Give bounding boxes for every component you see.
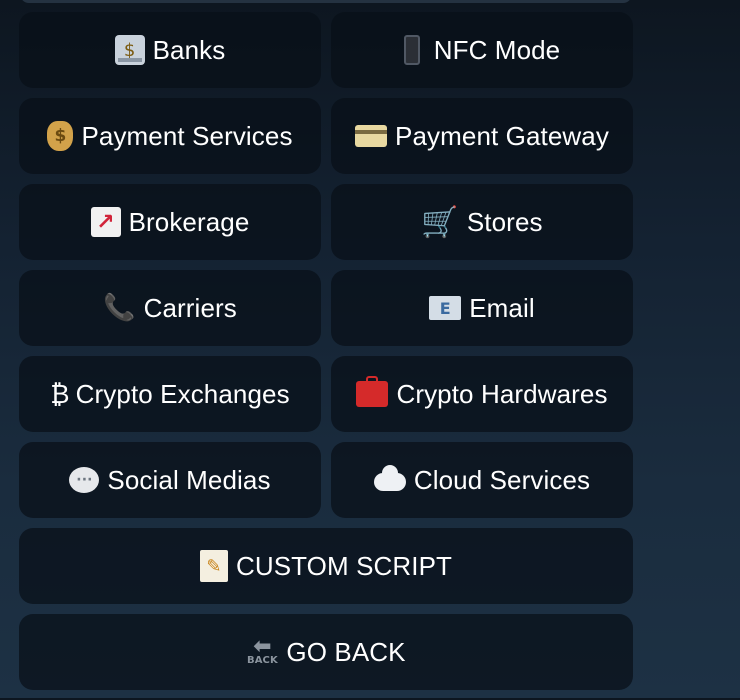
cloud-services-button[interactable]: Cloud Services (331, 442, 633, 518)
cloud-icon (373, 465, 406, 491)
payment-gateway-button-label: Payment Gateway (395, 120, 609, 151)
banks-button-label: Banks (152, 34, 226, 65)
back-arrow-icon: ⬅ BACK (246, 634, 278, 667)
brokerage-button-label: Brokerage (128, 206, 250, 237)
bitcoin-icon: ₿ (50, 379, 70, 410)
email-button-label: Email (469, 292, 535, 323)
payment-gateway-button[interactable]: Payment Gateway (331, 98, 633, 174)
brokerage-button[interactable]: ↗ Brokerage (19, 184, 321, 260)
mobile-phone-icon (403, 35, 420, 65)
bank-icon: $ (114, 35, 145, 65)
payment-services-button[interactable]: $ Payment Services (19, 98, 321, 174)
carriers-button-label: Carriers (143, 292, 237, 323)
custom-script-button[interactable]: ✎ CUSTOM SCRIPT (19, 528, 633, 604)
stores-button[interactable]: 🛒 Stores (331, 184, 633, 260)
inline-keyboard: $ Banks NFC Mode $ Payment Services Paym… (19, 12, 633, 700)
credit-card-icon (355, 125, 388, 147)
keyboard-row: 📞 Carriers E Email (19, 270, 633, 346)
go-back-button[interactable]: ⬅ BACK GO BACK (19, 614, 633, 690)
carriers-button[interactable]: 📞 Carriers (19, 270, 321, 346)
keyboard-row: ··· Social Medias Cloud Services (19, 442, 633, 518)
keyboard-row: ↗ Brokerage 🛒 Stores (19, 184, 633, 260)
go-back-button-label: GO BACK (286, 636, 406, 667)
keyboard-row: ₿ Crypto Exchanges Crypto Hardwares (19, 356, 633, 432)
keyboard-row: $ Payment Services Payment Gateway (19, 98, 633, 174)
keyboard-row: ✎ CUSTOM SCRIPT (19, 528, 633, 604)
crypto-exchanges-button[interactable]: ₿ Crypto Exchanges (19, 356, 321, 432)
cloud-services-button-label: Cloud Services (413, 464, 591, 495)
stores-button-label: Stores (466, 206, 543, 237)
memo-icon: ✎ (199, 550, 228, 582)
message-bubble-edge (20, 0, 632, 3)
crypto-exchanges-button-label: Crypto Exchanges (75, 378, 290, 409)
custom-script-button-label: CUSTOM SCRIPT (235, 550, 453, 581)
payment-services-button-label: Payment Services (81, 120, 293, 151)
email-button[interactable]: E Email (331, 270, 633, 346)
shopping-cart-icon: 🛒 (421, 204, 459, 240)
social-medias-button-label: Social Medias (107, 464, 271, 495)
chart-increasing-icon: ↗ (90, 207, 121, 237)
toolbox-icon (356, 376, 389, 407)
back-arrow-glyph: ⬅ (253, 634, 272, 659)
telephone-receiver-icon: 📞 (103, 293, 136, 323)
money-bag-icon: $ (47, 121, 74, 151)
speech-bubble-icon: ··· (69, 467, 100, 493)
back-arrow-text: BACK (246, 655, 278, 666)
keyboard-row: ⬅ BACK GO BACK (19, 614, 633, 690)
keyboard-row: $ Banks NFC Mode (19, 12, 633, 88)
crypto-hardwares-button-label: Crypto Hardwares (396, 378, 608, 409)
envelope-icon: E (429, 296, 462, 320)
social-medias-button[interactable]: ··· Social Medias (19, 442, 321, 518)
nfc-mode-button-label: NFC Mode (433, 34, 561, 65)
banks-button[interactable]: $ Banks (19, 12, 321, 88)
crypto-hardwares-button[interactable]: Crypto Hardwares (331, 356, 633, 432)
nfc-mode-button[interactable]: NFC Mode (331, 12, 633, 88)
